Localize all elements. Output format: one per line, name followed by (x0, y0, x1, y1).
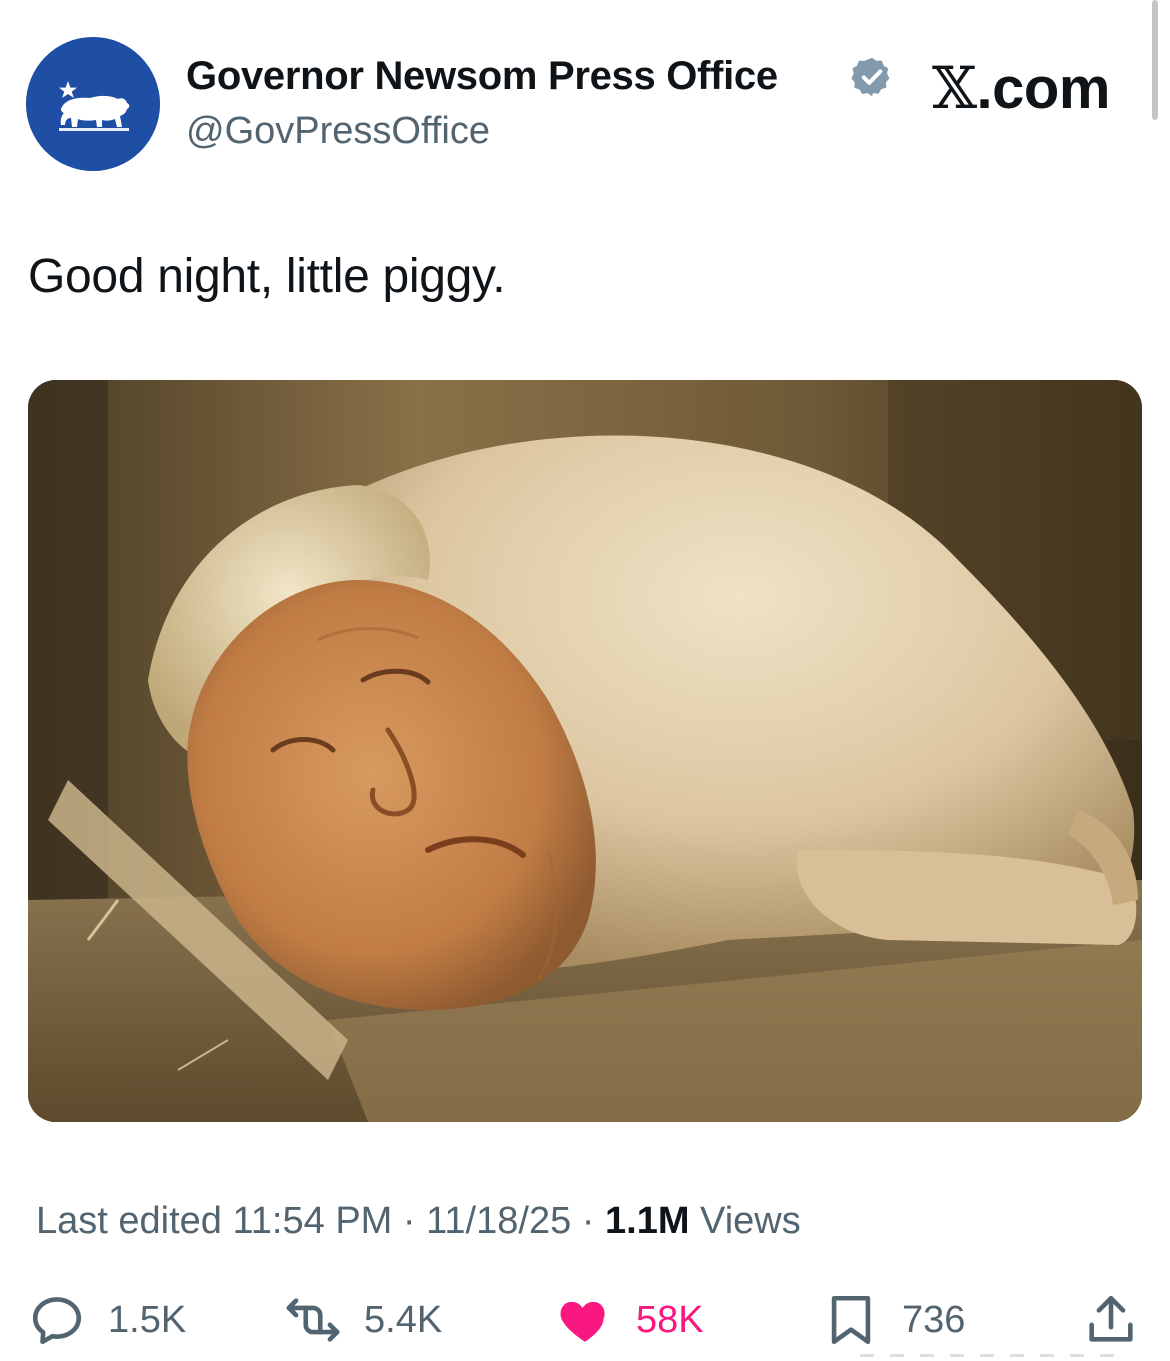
meta-separator: · (402, 1200, 416, 1242)
edited-time[interactable]: 11:54 PM (232, 1200, 392, 1242)
action-bar: 1.5K 5.4K 58K 736 (0, 1290, 1170, 1360)
bookmark-icon (822, 1291, 880, 1349)
tweet-text: Good night, little piggy. (28, 250, 506, 303)
reply-button[interactable]: 1.5K (28, 1290, 186, 1350)
bookmark-count: 736 (902, 1299, 966, 1341)
repost-button[interactable]: 5.4K (284, 1290, 442, 1350)
edited-date[interactable]: 11/18/25 (426, 1200, 571, 1242)
site-watermark: 𝕏.com (932, 56, 1110, 121)
views-count[interactable]: 1.1M (605, 1200, 689, 1242)
share-button[interactable] (1082, 1290, 1140, 1350)
site-label: .com (976, 56, 1111, 121)
reply-icon (28, 1291, 86, 1349)
verified-badge-icon[interactable] (850, 55, 894, 99)
heart-icon (556, 1291, 614, 1349)
repost-count: 5.4K (364, 1299, 443, 1341)
scrollbar[interactable] (1152, 0, 1158, 120)
california-bear-star-icon (26, 37, 160, 171)
meta-separator: · (581, 1200, 595, 1242)
bookmark-button[interactable]: 736 (822, 1290, 965, 1350)
user-handle[interactable]: @GovPressOffice (186, 108, 490, 154)
views-label: Views (700, 1200, 801, 1242)
avatar[interactable] (26, 37, 160, 171)
display-name[interactable]: Governor Newsom Press Office (186, 52, 778, 100)
edited-label: Last edited (36, 1200, 222, 1242)
sleeping-pig-image[interactable] (28, 380, 1142, 1122)
like-button[interactable]: 58K (556, 1290, 704, 1350)
repost-icon (284, 1291, 342, 1349)
cropped-edge (860, 1354, 1120, 1357)
like-count: 58K (636, 1299, 704, 1341)
tweet-meta: Last edited 11:54 PM · 11/18/25 · 1.1M V… (36, 1198, 801, 1244)
share-icon (1082, 1291, 1140, 1349)
x-logo-icon: 𝕏 (932, 54, 977, 122)
reply-count: 1.5K (108, 1299, 187, 1341)
tweet-header: Governor Newsom Press Office @GovPressOf… (0, 0, 1170, 200)
